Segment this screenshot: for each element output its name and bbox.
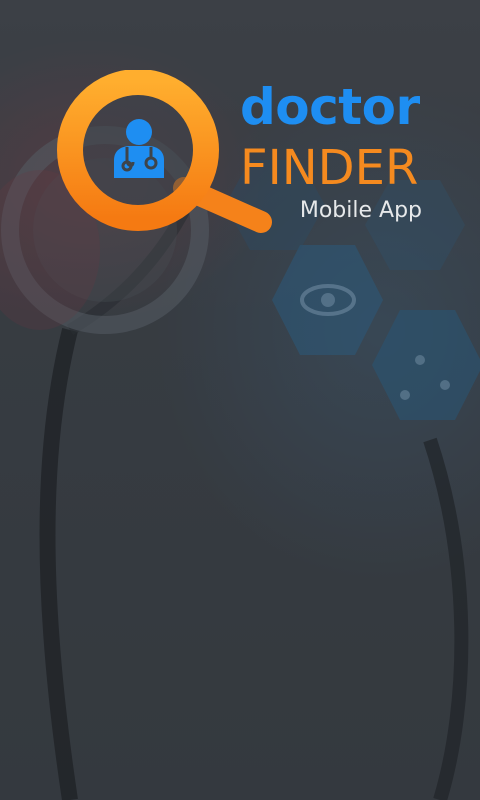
brand-name-finder: FINDER <box>240 140 419 196</box>
app-logo: doctor FINDER Mobile App <box>56 70 436 245</box>
brand-name-doctor: doctor <box>240 78 420 136</box>
brand-tagline: Mobile App <box>299 198 422 223</box>
splash-screen: doctor FINDER Mobile App <box>0 0 480 800</box>
doctor-icon <box>114 119 164 178</box>
